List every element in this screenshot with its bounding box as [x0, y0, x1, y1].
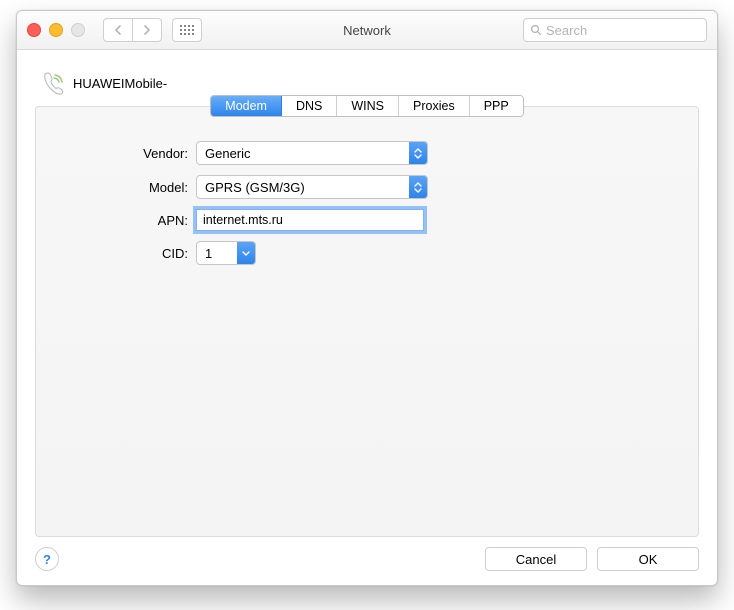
- chevron-left-icon: [114, 25, 122, 35]
- modem-form: Vendor: Generic Model: GPRS (GSM/3: [36, 135, 698, 265]
- model-value: GPRS (GSM/3G): [205, 180, 305, 195]
- vendor-value: Generic: [205, 146, 251, 161]
- settings-panel: Modem DNS WINS Proxies PPP Vendor: Gener…: [35, 106, 699, 537]
- search-icon: [530, 24, 542, 36]
- tab-proxies[interactable]: Proxies: [399, 96, 470, 116]
- cid-value: 1: [205, 246, 212, 261]
- history-nav: [103, 18, 162, 42]
- model-select[interactable]: GPRS (GSM/3G): [196, 175, 428, 199]
- cid-label: CID:: [66, 246, 188, 261]
- vendor-label: Vendor:: [66, 146, 188, 161]
- help-button[interactable]: ?: [35, 547, 59, 571]
- phone-icon: [39, 70, 65, 96]
- cid-select[interactable]: 1: [196, 241, 256, 265]
- tab-ppp[interactable]: PPP: [470, 96, 523, 116]
- show-all-button[interactable]: [172, 18, 202, 42]
- help-icon: ?: [43, 552, 51, 567]
- chevron-right-icon: [143, 25, 151, 35]
- device-name: HUAWEIMobile-: [73, 76, 167, 91]
- tab-wins[interactable]: WINS: [337, 96, 399, 116]
- maximize-window-button[interactable]: [71, 23, 85, 37]
- updown-icon: [409, 142, 427, 164]
- back-button[interactable]: [103, 18, 133, 42]
- apn-label: APN:: [66, 213, 188, 228]
- tab-bar: Modem DNS WINS Proxies PPP: [210, 95, 523, 117]
- titlebar: Network Search: [17, 11, 717, 50]
- forward-button[interactable]: [133, 18, 162, 42]
- search-placeholder: Search: [546, 23, 587, 38]
- search-field[interactable]: Search: [523, 18, 707, 42]
- model-label: Model:: [66, 180, 188, 195]
- ok-button[interactable]: OK: [597, 547, 699, 571]
- window-controls: [27, 23, 85, 37]
- preferences-window: Network Search HUAWEIMobile- M: [16, 10, 718, 586]
- minimize-window-button[interactable]: [49, 23, 63, 37]
- updown-icon: [409, 176, 427, 198]
- cancel-button[interactable]: Cancel: [485, 547, 587, 571]
- grid-icon: [180, 25, 194, 35]
- apn-input[interactable]: [196, 209, 424, 231]
- vendor-select[interactable]: Generic: [196, 141, 428, 165]
- tab-dns[interactable]: DNS: [282, 96, 337, 116]
- footer: ? Cancel OK: [35, 547, 699, 571]
- tab-modem[interactable]: Modem: [211, 96, 282, 116]
- close-window-button[interactable]: [27, 23, 41, 37]
- dropdown-icon: [237, 242, 255, 264]
